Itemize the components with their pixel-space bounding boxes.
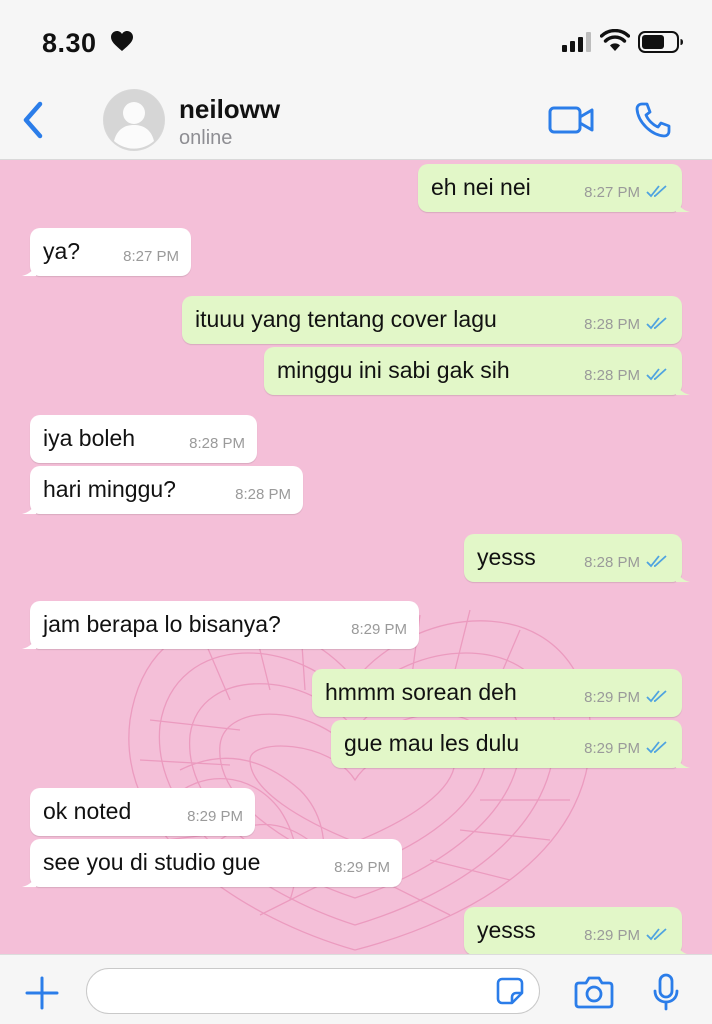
- message-text: ituuu yang tentang cover lagu: [195, 306, 497, 332]
- message-text: see you di studio gue: [43, 849, 261, 875]
- message-time: 8:28 PM: [235, 486, 291, 503]
- message-bubble-outgoing[interactable]: gue mau les dulu 8:29 PM: [331, 720, 690, 768]
- message-text: gue mau les dulu: [344, 730, 520, 756]
- message-bubble-incoming[interactable]: jam berapa lo bisanya? 8:29 PM: [22, 601, 419, 649]
- plus-icon[interactable]: [24, 975, 60, 1011]
- message-time: 8:29 PM: [334, 859, 390, 876]
- read-receipt-icon: [646, 690, 667, 703]
- message-input-bar: [0, 954, 712, 1024]
- message-bubble-outgoing[interactable]: yesss 8:28 PM: [464, 534, 690, 582]
- message-bubble-outgoing[interactable]: yesss 8:29 PM: [464, 907, 687, 954]
- read-receipt-icon: [646, 741, 667, 754]
- message-bubble-outgoing[interactable]: minggu ini sabi gak sih 8:28 PM: [264, 347, 690, 395]
- read-receipt-icon: [646, 368, 667, 381]
- contact-name[interactable]: neiloww: [179, 94, 280, 125]
- contact-status: online: [179, 127, 233, 149]
- phone-icon[interactable]: [634, 101, 672, 139]
- read-receipt-icon: [646, 928, 667, 941]
- message-bubble-incoming[interactable]: ya? 8:27 PM: [22, 228, 191, 276]
- message-time: 8:29 PM: [351, 621, 407, 638]
- message-text: eh nei nei: [431, 174, 531, 200]
- signal-icon: [562, 32, 591, 52]
- message-bubble-outgoing[interactable]: eh nei nei 8:27 PM: [418, 164, 690, 212]
- message-text: jam berapa lo bisanya?: [43, 611, 281, 637]
- read-receipt-icon: [646, 317, 667, 330]
- bubble-tail: [22, 635, 36, 649]
- message-bubble-incoming[interactable]: iya boleh 8:28 PM: [30, 415, 257, 463]
- battery-icon: [638, 31, 683, 53]
- heart-icon: [111, 31, 133, 51]
- message-time: 8:29 PM: [584, 689, 640, 706]
- read-receipt-icon: [646, 185, 667, 198]
- bubble-tail: [22, 262, 36, 276]
- message-time: 8:28 PM: [189, 435, 245, 452]
- message-time: 8:27 PM: [584, 184, 640, 201]
- bubble-tail: [676, 754, 690, 768]
- message-bubble-incoming[interactable]: see you di studio gue 8:29 PM: [22, 839, 402, 887]
- read-receipt-icon: [646, 555, 667, 568]
- avatar-placeholder-icon: [104, 90, 164, 150]
- video-call-icon[interactable]: [547, 102, 595, 138]
- message-text: ya?: [43, 238, 81, 264]
- message-time: 8:29 PM: [584, 740, 640, 757]
- chat-header: neiloww online: [0, 82, 712, 160]
- message-input[interactable]: [86, 968, 540, 1014]
- message-bubble-outgoing[interactable]: hmmm sorean deh 8:29 PM: [312, 669, 682, 717]
- message-time: 8:28 PM: [584, 367, 640, 384]
- message-time: 8:28 PM: [584, 316, 640, 333]
- message-text: yesss: [477, 544, 536, 570]
- message-text: iya boleh: [43, 425, 136, 451]
- microphone-icon[interactable]: [652, 973, 680, 1011]
- bubble-tail: [676, 381, 690, 395]
- bubble-tail: [676, 568, 690, 582]
- message-time: 8:28 PM: [584, 554, 640, 571]
- message-text: yesss: [477, 917, 536, 943]
- message-text: hari minggu?: [43, 476, 176, 502]
- chat-area[interactable]: eh nei nei 8:27 PM ya? 8:27 PM ituuu yan…: [0, 160, 712, 954]
- status-bar: 8.30: [0, 0, 712, 82]
- message-bubble-incoming[interactable]: hari minggu? 8:28 PM: [22, 466, 303, 514]
- bubble-tail: [22, 873, 36, 887]
- message-time: 8:29 PM: [584, 927, 640, 944]
- message-time: 8:27 PM: [123, 248, 179, 265]
- message-text: ok noted: [43, 798, 132, 824]
- message-bubble-incoming[interactable]: ok noted 8:29 PM: [30, 788, 255, 836]
- back-button[interactable]: [18, 100, 48, 140]
- wifi-icon: [600, 29, 630, 51]
- bubble-tail: [676, 198, 690, 212]
- camera-icon[interactable]: [574, 975, 614, 1009]
- sticker-icon[interactable]: [496, 977, 524, 1005]
- bubble-tail: [676, 941, 687, 954]
- message-text: hmmm sorean deh: [325, 679, 517, 705]
- message-time: 8:29 PM: [187, 808, 243, 825]
- bubble-tail: [22, 500, 36, 514]
- message-text: minggu ini sabi gak sih: [277, 357, 510, 383]
- avatar[interactable]: [103, 89, 165, 151]
- status-time: 8.30: [42, 28, 97, 58]
- message-bubble-outgoing[interactable]: ituuu yang tentang cover lagu 8:28 PM: [182, 296, 682, 344]
